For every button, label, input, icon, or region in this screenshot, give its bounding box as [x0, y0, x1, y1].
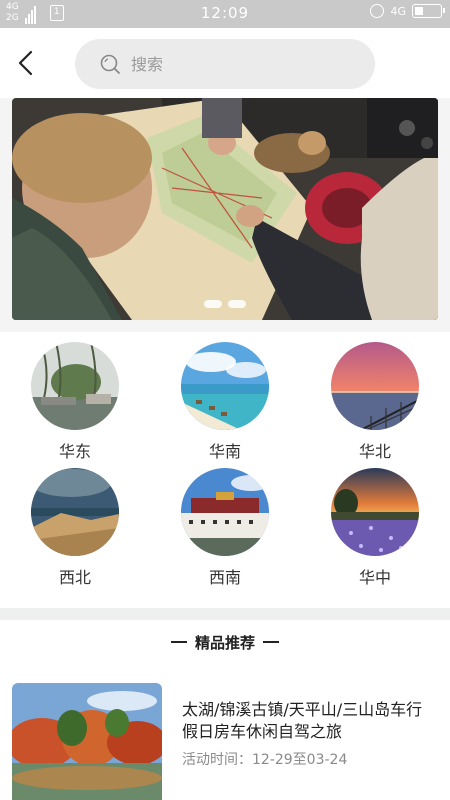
region-southwest[interactable]: 西南 [165, 468, 285, 588]
network-right: 4G [390, 4, 406, 18]
status-bar: 4G 2G 1 12:09 4G [0, 0, 450, 28]
region-north-china-photo [331, 342, 419, 430]
banner-photo [12, 98, 438, 320]
status-right: 4G [370, 4, 445, 18]
region-label: 西北 [58, 568, 91, 587]
region-central-china-photo [331, 468, 419, 556]
chevron-left-icon [18, 50, 33, 76]
region-label: 华北 [358, 442, 391, 461]
search-icon [100, 54, 120, 74]
featured-item-title: 太湖/锦溪古镇/天平山/三山岛车行假日房车休闲自驾之旅 [182, 700, 423, 741]
region-label: 华南 [208, 442, 241, 461]
region-grid: 华东 华南 华北 西北 西南 华中 [0, 332, 450, 608]
alarm-icon [370, 4, 385, 18]
title-dash-left [170, 641, 187, 643]
region-northwest[interactable]: 西北 [15, 468, 135, 588]
region-south-china[interactable]: 华南 [165, 342, 285, 462]
region-east-china[interactable]: 华东 [15, 342, 135, 462]
region-north-china[interactable]: 华北 [315, 342, 435, 462]
region-east-china-photo [31, 342, 119, 430]
battery-icon [412, 4, 445, 18]
banner-dots [12, 300, 438, 308]
title-dash-right [263, 641, 279, 643]
banner-carousel[interactable] [12, 98, 438, 320]
region-northwest-photo [31, 468, 119, 556]
featured-item[interactable]: 太湖/锦溪古镇/天平山/三山岛车行假日房车休闲自驾之旅 活动时间：12-29至0… [12, 683, 438, 800]
featured-item-photo [12, 683, 162, 800]
region-label: 华中 [358, 568, 391, 587]
featured-title-text: 精品推荐 [194, 633, 255, 652]
region-label: 华东 [58, 442, 91, 461]
section-divider [0, 608, 450, 620]
featured-title: 精品推荐 [0, 630, 450, 654]
carousel-dot[interactable] [204, 300, 222, 308]
header [0, 28, 450, 98]
region-label: 西南 [208, 568, 241, 587]
region-southwest-photo [181, 468, 269, 556]
back-button[interactable] [12, 48, 42, 78]
region-south-china-photo [181, 342, 269, 430]
search-bar[interactable] [75, 39, 375, 89]
search-input[interactable] [131, 51, 351, 77]
banner-section [0, 98, 450, 332]
featured-item-time: 活动时间：12-29至03-24 [182, 752, 348, 768]
carousel-dot[interactable] [228, 300, 246, 308]
region-central-china[interactable]: 华中 [315, 468, 435, 588]
